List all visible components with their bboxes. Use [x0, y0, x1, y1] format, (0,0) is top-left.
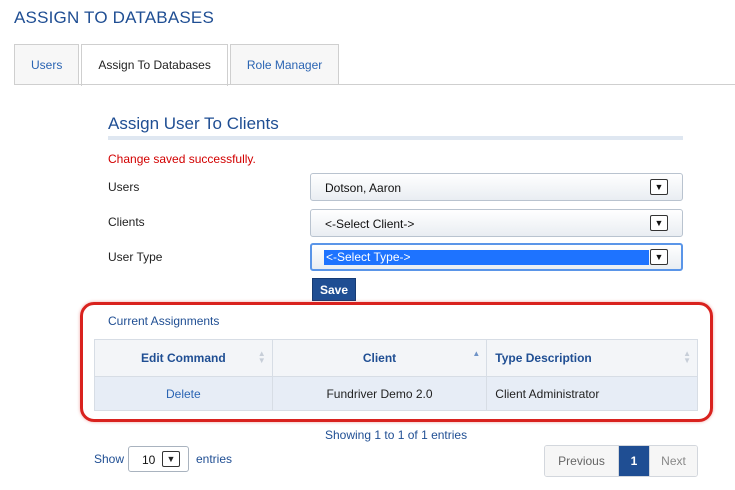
- page-1-button[interactable]: 1: [619, 446, 649, 476]
- chevron-down-icon: ▼: [650, 249, 668, 265]
- pagination: Previous 1 Next: [544, 445, 698, 477]
- column-header-type-description[interactable]: Type Description ▲ ▼: [486, 339, 698, 377]
- entries-per-page-select[interactable]: 10 ▼: [128, 446, 189, 472]
- chevron-down-icon: ▼: [162, 451, 180, 467]
- entries-label: entries: [196, 452, 233, 466]
- page-title: ASSIGN TO DATABASES: [14, 8, 214, 27]
- success-message: Change saved successfully.: [108, 152, 256, 166]
- section-divider: [108, 136, 683, 140]
- delete-link[interactable]: Delete: [166, 387, 201, 401]
- users-select[interactable]: Dotson, Aaron ▼: [310, 173, 683, 201]
- chevron-down-icon: ▼: [650, 179, 668, 195]
- show-label: Show: [94, 452, 125, 466]
- clients-select-value: <-Select Client->: [325, 217, 415, 231]
- cell-type-description: Client Administrator: [486, 376, 698, 411]
- tab-role-manager[interactable]: Role Manager: [229, 44, 340, 85]
- users-label: Users: [108, 180, 140, 194]
- chevron-down-icon: ▼: [650, 215, 668, 231]
- assignments-table: Edit Command ▲ ▼ Client ▲ Type Descriptio…: [94, 339, 698, 411]
- tab-bar: Users Assign To Databases Role Manager: [14, 44, 341, 86]
- tab-divider: [14, 84, 735, 85]
- sort-arrows-icon: ▲ ▼: [257, 349, 266, 365]
- table-row: Delete Fundriver Demo 2.0 Client Adminis…: [94, 376, 698, 411]
- previous-button[interactable]: Previous: [545, 446, 619, 476]
- section-title: Assign User To Clients: [108, 114, 279, 133]
- entries-per-page-value: 10: [142, 453, 156, 467]
- column-label: Type Description: [495, 351, 592, 365]
- column-label: Client: [362, 351, 397, 365]
- clients-select[interactable]: <-Select Client-> ▼: [310, 209, 683, 237]
- user-type-label: User Type: [108, 250, 163, 264]
- next-button[interactable]: Next: [649, 446, 697, 476]
- column-label: Edit Command: [141, 351, 226, 365]
- users-select-value: Dotson, Aaron: [325, 181, 402, 195]
- user-type-select-value: <-Select Type->: [324, 250, 649, 265]
- column-header-edit-command[interactable]: Edit Command ▲ ▼: [94, 339, 273, 377]
- clients-label: Clients: [108, 215, 145, 229]
- cell-edit-command: Delete: [94, 376, 273, 411]
- current-assignments-title: Current Assignments: [108, 314, 220, 328]
- sort-ascending-icon: ▲: [472, 349, 481, 358]
- user-type-select[interactable]: <-Select Type-> ▼: [310, 243, 683, 271]
- column-header-client[interactable]: Client ▲: [271, 339, 488, 377]
- save-button[interactable]: Save: [312, 278, 356, 301]
- cell-client: Fundriver Demo 2.0: [271, 376, 488, 411]
- tab-assign-to-databases[interactable]: Assign To Databases: [81, 44, 228, 86]
- tab-users[interactable]: Users: [14, 44, 80, 85]
- sort-arrows-icon: ▲ ▼: [683, 349, 691, 365]
- table-info: Showing 1 to 1 of 1 entries: [325, 428, 468, 442]
